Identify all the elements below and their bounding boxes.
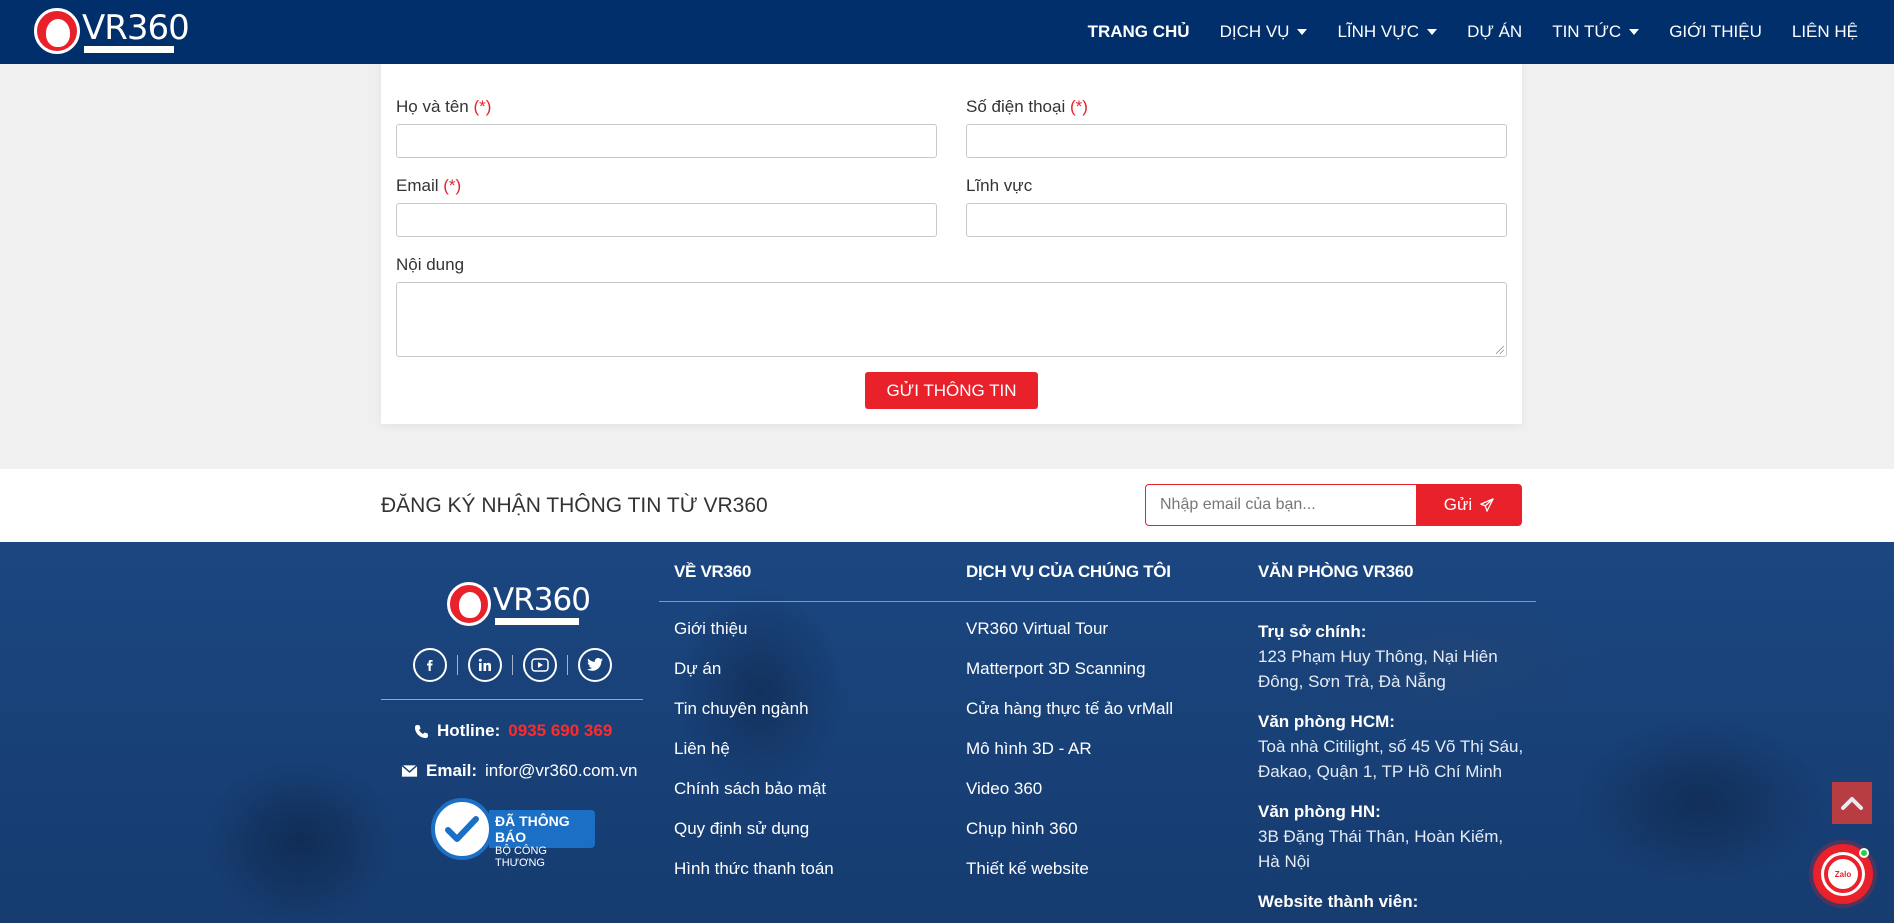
- nav-item-about[interactable]: GIỚI THIỆU: [1669, 22, 1762, 42]
- newsletter-send-label: Gửi: [1443, 495, 1473, 514]
- site-logo[interactable]: VR360: [34, 6, 190, 56]
- footer-logo-text: VR360: [493, 582, 591, 618]
- services-title: DỊCH VỤ CỦA CHÚNG TÔI: [966, 562, 1171, 581]
- chevron-down-icon: [1629, 29, 1640, 35]
- footer-link-photo-360[interactable]: Chụp hình 360: [966, 819, 1173, 859]
- office-title-hn: Văn phòng HN:: [1258, 802, 1381, 821]
- zalo-icon: Zalo: [1824, 855, 1862, 893]
- service-links: VR360 Virtual Tour Matterport 3D Scannin…: [966, 619, 1173, 899]
- office-title-hcm: Văn phòng HCM:: [1258, 712, 1395, 731]
- nav-item-home[interactable]: TRANG CHỦ: [1088, 22, 1190, 42]
- email-address[interactable]: infor@vr360.com.vn: [485, 761, 637, 781]
- email-field[interactable]: [396, 203, 937, 237]
- nav-item-fields[interactable]: LĨNH VỰC: [1337, 22, 1438, 42]
- nav-item-services[interactable]: DỊCH VỤ: [1220, 22, 1308, 42]
- content-label: Nội dung: [396, 255, 465, 274]
- footer-columns-divider: [659, 601, 1536, 602]
- name-field[interactable]: [396, 124, 937, 158]
- footer-link-matterport[interactable]: Matterport 3D Scanning: [966, 659, 1173, 699]
- logo-mark-icon: [447, 582, 491, 626]
- logo-tagline-bar: [84, 46, 174, 53]
- newsletter-email-input[interactable]: [1145, 484, 1417, 526]
- social-divider: [512, 655, 513, 675]
- paper-plane-icon: [1480, 498, 1494, 512]
- linkedin-icon[interactable]: [468, 648, 502, 682]
- checkmark-icon: [431, 798, 493, 860]
- phone-icon: [414, 724, 429, 738]
- footer-divider: [381, 699, 643, 700]
- field-label: Lĩnh vực: [966, 176, 1033, 195]
- nav-item-news[interactable]: TIN TỨC: [1552, 22, 1640, 42]
- footer-link-virtual-tour[interactable]: VR360 Virtual Tour: [966, 619, 1173, 659]
- badge-label: ĐÃ THÔNG BÁO BỘ CÔNG THƯƠNG: [489, 810, 595, 869]
- newsletter-bar: ĐĂNG KÝ NHẬN THÔNG TIN TỪ VR360 Gửi: [0, 469, 1894, 542]
- newsletter-title: ĐĂNG KÝ NHẬN THÔNG TIN TỪ VR360: [381, 494, 768, 517]
- ministry-badge[interactable]: ĐÃ THÔNG BÁO BỘ CÔNG THƯƠNG: [431, 798, 595, 869]
- resize-handle-icon[interactable]: [1496, 346, 1504, 354]
- hotline-number[interactable]: 0935 690 369: [508, 721, 612, 741]
- chevron-down-icon: [1427, 29, 1438, 35]
- footer-link-about[interactable]: Giới thiệu: [674, 619, 834, 659]
- office-title-hq: Trụ sở chính:: [1258, 622, 1367, 641]
- email-line: Email: infor@vr360.com.vn: [401, 761, 637, 781]
- logo-tagline-bar: [495, 618, 579, 625]
- contact-form-card: Họ và tên (*) Số điện thoại (*) Email (*…: [381, 54, 1522, 424]
- content-textarea[interactable]: [396, 282, 1507, 357]
- back-to-top-button[interactable]: [1832, 782, 1872, 824]
- footer-logo[interactable]: VR360: [447, 582, 591, 628]
- nav-item-contact[interactable]: LIÊN HỆ: [1792, 22, 1858, 42]
- footer-background-image: [0, 542, 1894, 923]
- nav-item-projects[interactable]: DỰ ÁN: [1467, 22, 1522, 42]
- phone-field[interactable]: [966, 124, 1507, 158]
- social-links: [413, 648, 612, 682]
- email-label: Email (*): [396, 176, 462, 195]
- twitter-icon[interactable]: [578, 648, 612, 682]
- phone-label: Số điện thoại (*): [966, 97, 1088, 116]
- about-title: VỀ VR360: [674, 562, 751, 581]
- newsletter-send-button[interactable]: Gửi: [1416, 484, 1522, 526]
- site-header: VR360 TRANG CHỦ DỊCH VỤ LĨNH VỰC DỰ ÁN T…: [0, 0, 1894, 64]
- social-divider: [567, 655, 568, 675]
- chevron-down-icon: [1297, 29, 1308, 35]
- name-label: Họ và tên (*): [396, 97, 492, 116]
- footer-link-3d-ar[interactable]: Mô hình 3D - AR: [966, 739, 1173, 779]
- main-nav: TRANG CHỦ DỊCH VỤ LĨNH VỰC DỰ ÁN TIN TỨC…: [1088, 0, 1858, 64]
- facebook-icon[interactable]: [413, 648, 447, 682]
- zalo-chat-button[interactable]: Zalo: [1813, 844, 1873, 904]
- youtube-icon[interactable]: [523, 648, 557, 682]
- submit-button[interactable]: GỬI THÔNG TIN: [865, 372, 1038, 409]
- office-title-member-sites: Website thành viên:: [1258, 892, 1419, 911]
- footer-link-vrmall[interactable]: Cửa hàng thực tế ảo vrMall: [966, 699, 1173, 739]
- footer-link-web-design[interactable]: Thiết kế website: [966, 859, 1173, 899]
- office-address-hcm: Toà nhà Citilight, số 45 Võ Thị Sáu, Đak…: [1258, 737, 1524, 781]
- footer-link-terms[interactable]: Quy định sử dụng: [674, 819, 834, 859]
- footer-link-payment[interactable]: Hình thức thanh toán: [674, 859, 834, 899]
- office-title: VĂN PHÒNG VR360: [1258, 562, 1414, 581]
- office-address-hq: 123 Phạm Huy Thông, Nại Hiên Đông, Sơn T…: [1258, 647, 1498, 691]
- mail-icon: [401, 764, 418, 777]
- office-address-hn: 3B Đặng Thái Thân, Hoàn Kiếm, Hà Nội: [1258, 827, 1504, 871]
- footer-link-video-360[interactable]: Video 360: [966, 779, 1173, 819]
- hotline-line: Hotline: 0935 690 369: [414, 721, 612, 741]
- site-footer: VR360 Hotline: 0935 690 369 Email: infor…: [0, 542, 1894, 923]
- online-status-dot: [1859, 848, 1869, 858]
- logo-mark-icon: [34, 8, 80, 54]
- office-list: Trụ sở chính: 123 Phạm Huy Thông, Nại Hi…: [1258, 619, 1528, 914]
- logo-text: VR360: [82, 8, 190, 48]
- footer-link-industry-news[interactable]: Tin chuyên ngành: [674, 699, 834, 739]
- social-divider: [457, 655, 458, 675]
- footer-link-projects[interactable]: Dự án: [674, 659, 834, 699]
- footer-link-contact[interactable]: Liên hệ: [674, 739, 834, 779]
- footer-link-privacy[interactable]: Chính sách bảo mật: [674, 779, 834, 819]
- chevron-up-icon: [1841, 797, 1863, 810]
- field-select[interactable]: [966, 203, 1507, 237]
- about-links: Giới thiệu Dự án Tin chuyên ngành Liên h…: [674, 619, 834, 899]
